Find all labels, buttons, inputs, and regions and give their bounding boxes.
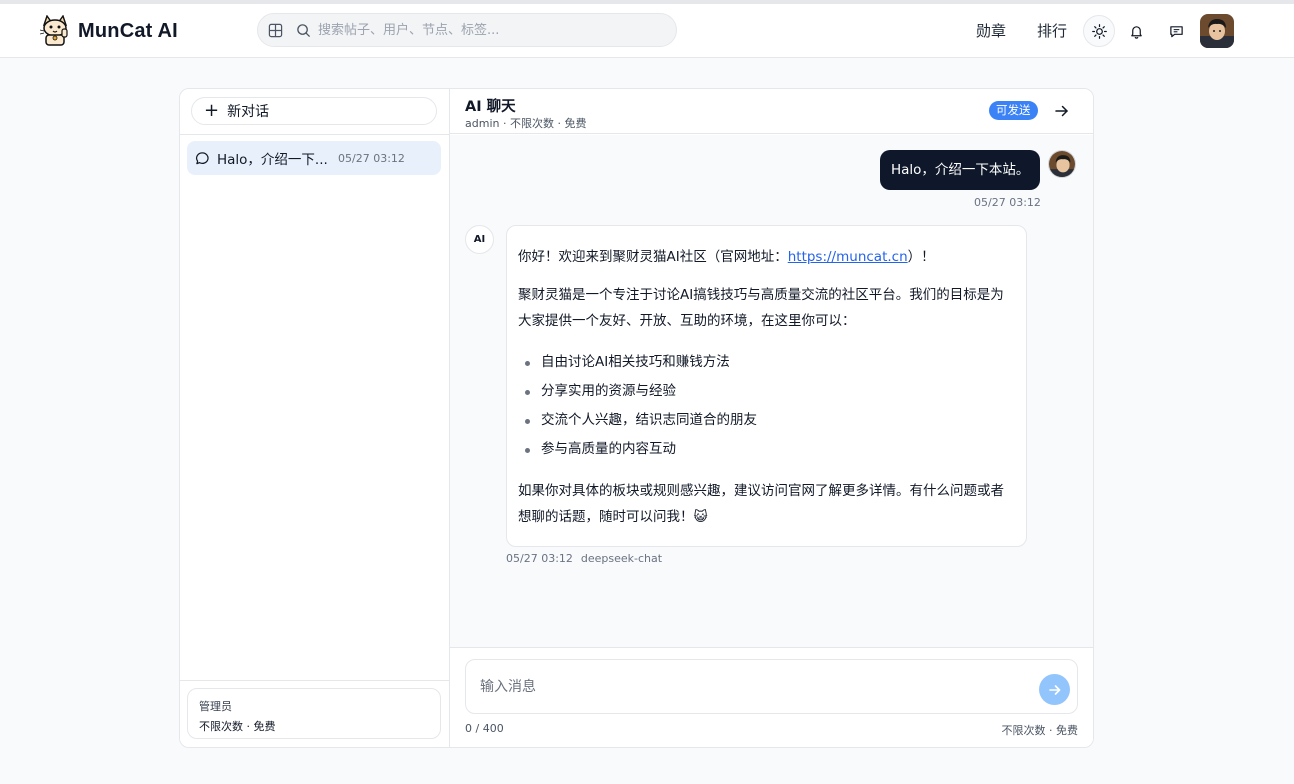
cat-logo-icon	[40, 15, 68, 46]
account-quota-card: 管理员 不限次数 · 免费	[187, 688, 441, 739]
divider	[180, 680, 449, 681]
arrow-right-icon	[1048, 684, 1060, 695]
theme-toggle-button[interactable]	[1083, 15, 1115, 47]
message-icon	[1169, 25, 1183, 37]
arrow-right-icon[interactable]	[1053, 102, 1071, 120]
chat-subtitle: admin · 不限次数 · 免费	[465, 117, 587, 130]
chat-main: AI 聊天 admin · 不限次数 · 免费 可发送 Halo，介绍一下本站。…	[450, 89, 1093, 747]
conversation-sidebar: + 新对话 Halo，介绍一下... 05/27 03:12 管理员 不限次数 …	[180, 89, 450, 747]
nav-medal-link[interactable]: 勋章	[976, 20, 1006, 41]
ai-avatar: AI	[465, 225, 494, 254]
composer-quota: 不限次数 · 免费	[1001, 724, 1079, 737]
grid-icon[interactable]	[268, 23, 283, 38]
top-navbar: MunCat AI 勋章 排行	[0, 4, 1294, 58]
ai-model-name: deepseek-chat	[580, 552, 663, 565]
divider	[180, 134, 449, 135]
sun-icon	[1091, 23, 1107, 39]
avatar-photo-icon	[1049, 151, 1075, 177]
character-counter: 0 / 400	[465, 722, 504, 735]
ai-message-paragraph: 你好！欢迎来到聚财灵猫AI社区（官网地址：https://muncat.cn）！	[518, 244, 1015, 270]
ai-message-meta: 05/27 03:12 deepseek-chat	[506, 552, 662, 565]
user-message-time: 05/27 03:12	[974, 196, 1041, 209]
search-bar	[257, 13, 677, 47]
send-button[interactable]	[1039, 674, 1070, 705]
quota-label: 不限次数 · 免费	[199, 720, 276, 733]
brand[interactable]: MunCat AI	[40, 14, 178, 48]
conversation-title: Halo，介绍一下...	[217, 152, 328, 168]
list-item: 自由讨论AI相关技巧和赚钱方法	[518, 348, 1015, 377]
new-chat-label: 新对话	[227, 104, 270, 120]
ai-bullet-list: 自由讨论AI相关技巧和赚钱方法 分享实用的资源与经验 交流个人兴趣，结识志同道合…	[518, 348, 1015, 464]
ai-message-time: 05/27 03:12	[506, 552, 573, 565]
chat-bubble-icon	[196, 151, 209, 164]
ai-message-paragraph: 聚财灵猫是一个专注于讨论AI搞钱技巧与高质量交流的社区平台。我们的目标是为大家提…	[518, 287, 1004, 329]
nav-rank-link[interactable]: 排行	[1037, 20, 1067, 41]
list-item: 交流个人兴趣，结识志同道合的朋友	[518, 406, 1015, 435]
chat-panel: + 新对话 Halo，介绍一下... 05/27 03:12 管理员 不限次数 …	[179, 88, 1094, 748]
composer	[465, 659, 1078, 714]
search-icon	[297, 24, 311, 38]
plus-icon: +	[204, 100, 220, 121]
messages-button[interactable]	[1160, 15, 1192, 47]
message-input[interactable]	[480, 676, 1020, 698]
avatar-photo-icon	[1200, 14, 1234, 48]
new-chat-button[interactable]: + 新对话	[191, 97, 437, 125]
status-badge: 可发送	[989, 101, 1038, 120]
ai-intro-suffix: ）！	[907, 249, 935, 265]
list-item: 参与高质量的内容互动	[518, 435, 1015, 464]
user-avatar[interactable]	[1200, 14, 1234, 48]
ai-intro-text: 你好！欢迎来到聚财灵猫AI社区（官网地址：	[518, 249, 788, 265]
ai-message-bubble: 你好！欢迎来到聚财灵猫AI社区（官网地址：https://muncat.cn）！…	[506, 225, 1027, 547]
composer-area: 0 / 400 不限次数 · 免费	[450, 647, 1093, 747]
conversation-time: 05/27 03:12	[338, 151, 405, 165]
message-list[interactable]: Halo，介绍一下本站。 05/27 03:12 AI 你好！欢迎来到聚财灵猫A…	[450, 135, 1093, 647]
chat-header: AI 聊天 admin · 不限次数 · 免费 可发送	[450, 89, 1093, 134]
user-message-avatar	[1048, 150, 1076, 178]
app-name: MunCat AI	[78, 19, 178, 42]
conversation-item[interactable]: Halo，介绍一下... 05/27 03:12	[187, 141, 441, 175]
role-label: 管理员	[199, 700, 232, 713]
notifications-button[interactable]	[1120, 15, 1152, 47]
search-input[interactable]	[318, 18, 658, 42]
list-item: 分享实用的资源与经验	[518, 377, 1015, 406]
bell-icon	[1130, 25, 1142, 39]
user-message-bubble: Halo，介绍一下本站。	[880, 150, 1041, 190]
chat-title: AI 聊天	[465, 99, 516, 115]
site-link[interactable]: https://muncat.cn	[788, 249, 908, 265]
ai-message-paragraph: 如果你对具体的板块或规则感兴趣，建议访问官网了解更多详情。有什么问题或者想聊的话…	[518, 483, 1004, 525]
